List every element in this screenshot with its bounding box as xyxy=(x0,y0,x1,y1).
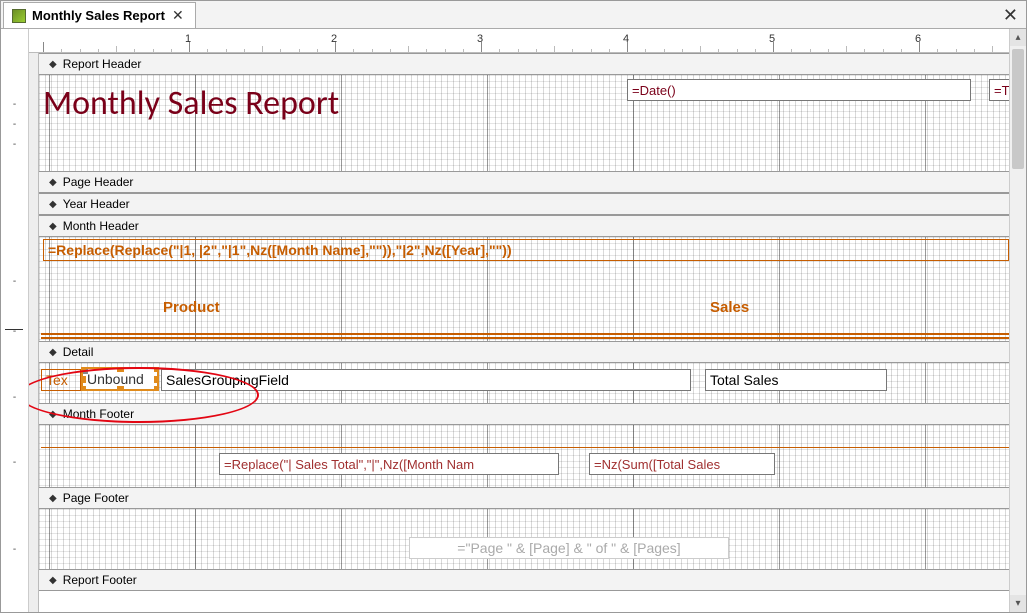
document-tab[interactable]: Monthly Sales Report ✕ xyxy=(3,2,196,28)
vruler-tick xyxy=(1,326,28,337)
section-marker-icon: ◆ xyxy=(49,177,57,188)
report-title-label[interactable]: Monthly Sales Report xyxy=(43,81,339,125)
section-bar-label: Month Header xyxy=(63,219,139,233)
tab-bar: Monthly Sales Report ✕ xyxy=(1,1,1026,29)
section-bar-month-header[interactable]: ◆ Month Header xyxy=(39,215,1026,237)
column-header-product[interactable]: Product xyxy=(159,299,224,316)
resize-handle[interactable] xyxy=(81,376,86,383)
scroll-thumb[interactable] xyxy=(1012,49,1024,169)
vruler-tick xyxy=(1,99,28,110)
row-selector-gutter xyxy=(29,53,39,612)
section-body-month-footer[interactable]: =Replace("| Sales Total","|",Nz([Month N… xyxy=(39,425,1026,487)
resize-handle[interactable] xyxy=(154,367,159,372)
detail-label-truncated[interactable]: Tex xyxy=(41,369,81,391)
section-marker-icon: ◆ xyxy=(49,221,57,232)
vruler-mark xyxy=(5,329,23,330)
design-surface-scroll: // draw ruler tick lines document.addEve… xyxy=(29,29,1026,612)
column-header-sales[interactable]: Sales xyxy=(706,299,753,316)
unbound-textbox-value: Unbound xyxy=(87,371,144,387)
horizontal-ruler: // draw ruler tick lines document.addEve… xyxy=(29,29,1026,53)
section-bar-label: Page Footer xyxy=(63,491,129,505)
vertical-ruler xyxy=(1,29,29,612)
section-bar-label: Report Header xyxy=(63,57,142,71)
section-body-page-footer[interactable]: ="Page " & [Page] & " of " & [Pages] xyxy=(39,509,1026,569)
section-marker-icon: ◆ xyxy=(49,59,57,70)
section-bar-report-footer[interactable]: ◆ Report Footer xyxy=(39,569,1026,591)
section-marker-icon: ◆ xyxy=(49,347,57,358)
section-marker-icon: ◆ xyxy=(49,409,57,420)
resize-handle[interactable] xyxy=(81,367,86,372)
divider-line xyxy=(41,333,1022,339)
scroll-down-icon[interactable]: ▾ xyxy=(1010,595,1026,612)
vruler-tick xyxy=(1,276,28,287)
section-bar-label: Month Footer xyxy=(63,407,134,421)
salesgroupingfield-textbox[interactable]: SalesGroupingField xyxy=(161,369,691,391)
section-bar-label: Report Footer xyxy=(63,573,137,587)
section-bar-month-footer[interactable]: ◆ Month Footer xyxy=(39,403,1026,425)
section-marker-icon: ◆ xyxy=(49,575,57,586)
workspace: // draw ruler tick lines document.addEve… xyxy=(1,29,1026,612)
section-bar-label: Page Header xyxy=(63,175,134,189)
section-bar-page-footer[interactable]: ◆ Page Footer xyxy=(39,487,1026,509)
section-bar-label: Year Header xyxy=(63,197,130,211)
page-number-expression[interactable]: ="Page " & [Page] & " of " & [Pages] xyxy=(409,537,729,559)
design-canvas[interactable]: ◆ Report Header Monthly Sales Report =Da… xyxy=(29,53,1026,612)
resize-handle[interactable] xyxy=(117,386,124,391)
resize-handle[interactable] xyxy=(154,386,159,391)
resize-handle[interactable] xyxy=(81,386,86,391)
close-tab-icon[interactable]: ✕ xyxy=(171,7,185,24)
resize-handle[interactable] xyxy=(154,376,159,383)
section-body-month-header[interactable]: =Replace(Replace("|1, |2","|1",Nz([Month… xyxy=(39,237,1026,341)
vruler-tick xyxy=(1,119,28,130)
section-bar-page-header[interactable]: ◆ Page Header xyxy=(39,171,1026,193)
unbound-textbox-selected[interactable]: Unbound xyxy=(81,367,159,391)
section-bar-label: Detail xyxy=(63,345,94,359)
section-body-detail[interactable]: Tex Unbound SalesGroupingF xyxy=(39,363,1026,403)
month-sales-total-expression[interactable]: =Replace("| Sales Total","|",Nz([Month N… xyxy=(219,453,559,475)
section-bar-report-header[interactable]: ◆ Report Header xyxy=(39,53,1026,75)
resize-handle[interactable] xyxy=(117,367,124,372)
vertical-scrollbar[interactable]: ▴ ▾ xyxy=(1009,29,1026,612)
app-frame: Monthly Sales Report ✕ ✕ // draw ruler t… xyxy=(0,0,1027,613)
divider-line xyxy=(41,447,1022,448)
tab-title: Monthly Sales Report xyxy=(32,8,165,23)
month-year-group-expression[interactable]: =Replace(Replace("|1, |2","|1",Nz([Month… xyxy=(43,239,1009,261)
sum-total-sales-expression[interactable]: =Nz(Sum([Total Sales xyxy=(589,453,775,475)
section-marker-icon: ◆ xyxy=(49,199,57,210)
total-sales-textbox[interactable]: Total Sales xyxy=(705,369,887,391)
section-marker-icon: ◆ xyxy=(49,493,57,504)
close-pane-icon[interactable]: ✕ xyxy=(1003,5,1018,26)
date-textbox[interactable]: =Date() xyxy=(627,79,971,101)
section-body-report-header[interactable]: Monthly Sales Report =Date() =T xyxy=(39,75,1026,171)
vruler-tick xyxy=(1,457,28,468)
scroll-up-icon[interactable]: ▴ xyxy=(1010,29,1026,46)
section-bar-detail[interactable]: ◆ Detail xyxy=(39,341,1026,363)
vruler-tick xyxy=(1,392,28,403)
report-icon xyxy=(12,9,26,23)
vruler-tick xyxy=(1,139,28,150)
vruler-tick xyxy=(1,544,28,555)
section-bar-year-header[interactable]: ◆ Year Header xyxy=(39,193,1026,215)
